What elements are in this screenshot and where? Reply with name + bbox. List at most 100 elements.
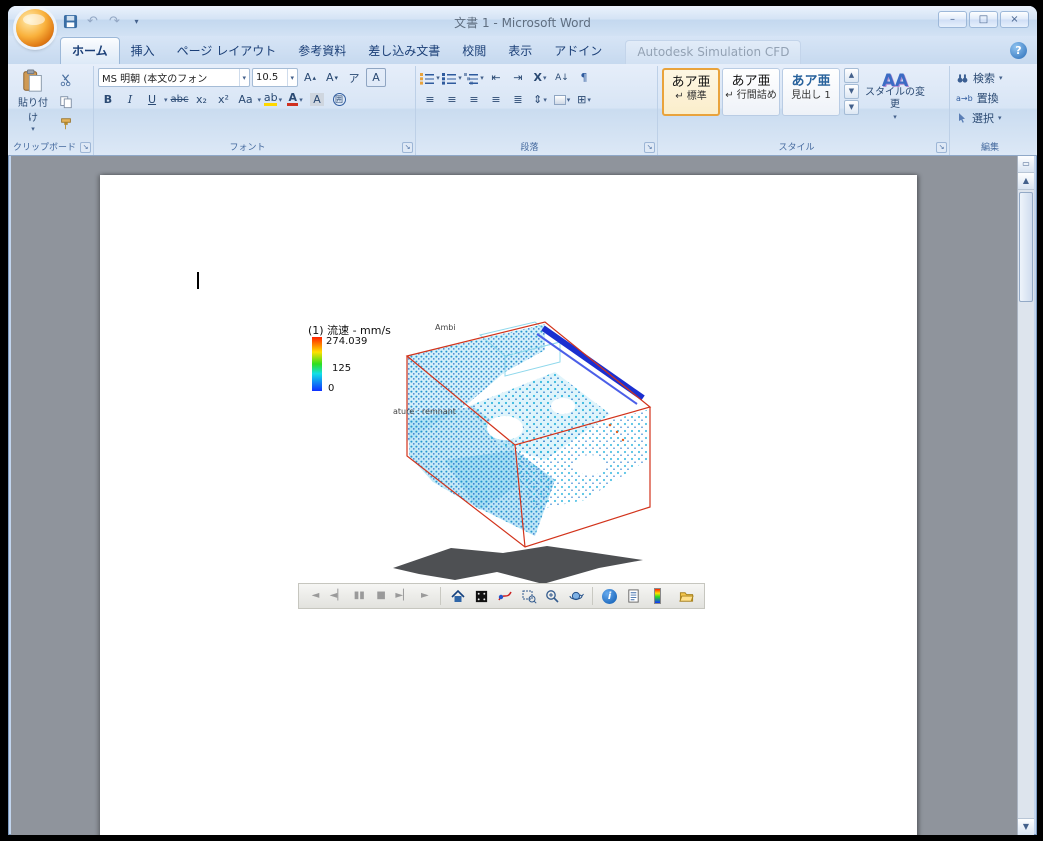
select-button[interactable]: 選択 ▾: [954, 108, 1026, 128]
ruby-button[interactable]: ア: [344, 68, 364, 87]
superscript-button[interactable]: x²: [214, 90, 234, 109]
style-no-spacing[interactable]: あア亜 ↵ 行間詰め: [722, 68, 780, 116]
multilevel-caret-icon: ▾: [480, 73, 484, 82]
distribute-button[interactable]: ≣: [508, 90, 528, 109]
change-case-button[interactable]: Aa: [236, 90, 256, 109]
font-size-combo[interactable]: 10.5 ▾: [252, 68, 298, 87]
play-button[interactable]: ►: [415, 587, 434, 605]
styles-scroll-up-button[interactable]: ▲: [844, 68, 859, 83]
styles-more-button[interactable]: ▼: [844, 100, 859, 115]
help-button[interactable]: ?: [1010, 42, 1027, 59]
font-name-combo[interactable]: MS 明朝 (本文のフォン ▾: [98, 68, 250, 87]
paste-button[interactable]: 貼り付け ▾: [14, 68, 52, 134]
document-area[interactable]: (1) 流速 - mm/s 274.039 125 0 Ambi ature:…: [11, 156, 1034, 835]
office-button[interactable]: [16, 9, 54, 47]
sort-button[interactable]: A↓: [552, 68, 572, 87]
style-heading1[interactable]: あア亜 見出し 1: [782, 68, 840, 116]
report-button[interactable]: [623, 586, 644, 606]
clipboard-dialog-launcher[interactable]: ↘: [80, 142, 91, 153]
change-case-caret-icon[interactable]: ▾: [258, 96, 262, 104]
paragraph-dialog-launcher[interactable]: ↘: [644, 142, 655, 153]
font-color-caret-icon: ▾: [299, 95, 303, 104]
cut-button[interactable]: [56, 70, 76, 89]
extended-format-icon: X: [533, 71, 542, 84]
increase-indent-button[interactable]: ⇥: [508, 68, 528, 87]
change-styles-button[interactable]: AA スタイルの変更 ▾: [863, 68, 927, 130]
tab-autodesk-simulation-cfd[interactable]: Autodesk Simulation CFD: [625, 40, 802, 64]
minimize-button[interactable]: –: [938, 11, 967, 28]
find-button[interactable]: 検索 ▾: [954, 68, 1026, 88]
font-size-caret-icon: ▾: [287, 69, 296, 86]
bullets-button[interactable]: ▾: [420, 68, 440, 87]
tab-review[interactable]: 校閲: [451, 38, 497, 64]
font-dialog-launcher[interactable]: ↘: [402, 142, 413, 153]
underline-caret-icon[interactable]: ▾: [164, 96, 168, 104]
fit-view-button[interactable]: [471, 586, 492, 606]
zoom-in-button[interactable]: [542, 586, 563, 606]
legend-button[interactable]: [647, 586, 668, 606]
skip-to-start-button[interactable]: ◄: [306, 587, 325, 605]
home-view-button[interactable]: [447, 586, 468, 606]
styles-dialog-launcher[interactable]: ↘: [936, 142, 947, 153]
scrollbar-thumb[interactable]: [1019, 192, 1033, 302]
copy-button[interactable]: [56, 92, 76, 111]
borders-button[interactable]: ⊞ ▾: [574, 90, 594, 109]
align-center-button[interactable]: ≡: [442, 90, 462, 109]
scroll-down-button[interactable]: ▼: [1018, 818, 1034, 835]
stop-button[interactable]: ■: [372, 587, 391, 605]
document-page[interactable]: (1) 流速 - mm/s 274.039 125 0 Ambi ature:…: [100, 175, 917, 835]
tab-references[interactable]: 参考資料: [287, 38, 357, 64]
tab-page-layout[interactable]: ページ レイアウト: [166, 38, 288, 64]
character-shading-button[interactable]: A: [307, 90, 327, 109]
underline-button[interactable]: U: [142, 90, 162, 109]
tab-view[interactable]: 表示: [497, 38, 543, 64]
character-border-button[interactable]: A: [366, 68, 386, 87]
open-button[interactable]: [676, 586, 697, 606]
trace-button[interactable]: [495, 586, 516, 606]
line-spacing-button[interactable]: ⇕ ▾: [530, 90, 550, 109]
numbering-button[interactable]: ▾: [442, 68, 462, 87]
subscript-button[interactable]: x₂: [192, 90, 212, 109]
style-no-spacing-label: ↵ 行間詰め: [725, 90, 777, 101]
font-color-button[interactable]: A ▾: [285, 90, 305, 109]
maximize-button[interactable]: □: [969, 11, 998, 28]
decrease-indent-button[interactable]: ⇤: [486, 68, 506, 87]
title-bar[interactable]: ↶ ↷ ▾ 文書 1 - Microsoft Word – □ ×: [8, 6, 1037, 47]
close-button[interactable]: ×: [1000, 11, 1029, 28]
grow-font-button[interactable]: A: [300, 68, 320, 87]
styles-scroll-down-button[interactable]: ▼: [844, 84, 859, 99]
highlight-button[interactable]: ab ▾: [263, 90, 283, 109]
step-back-button[interactable]: ◄▏: [328, 587, 347, 605]
tab-addins[interactable]: アドイン: [543, 38, 613, 64]
pause-button[interactable]: ▮▮: [350, 587, 369, 605]
bold-button[interactable]: B: [98, 90, 118, 109]
tab-insert[interactable]: 挿入: [120, 38, 166, 64]
show-formatting-marks-button[interactable]: ¶: [574, 68, 594, 87]
align-right-button[interactable]: ≡: [464, 90, 484, 109]
shading-button[interactable]: ▾: [552, 90, 572, 109]
tab-home[interactable]: ホーム: [60, 37, 120, 64]
style-normal[interactable]: あア亜 ↵ 標準: [662, 68, 720, 116]
italic-button[interactable]: I: [120, 90, 140, 109]
info-button[interactable]: i: [599, 586, 620, 606]
vertical-scrollbar[interactable]: ▭ ▲ ▼: [1017, 156, 1034, 835]
scroll-up-button[interactable]: ▲: [1018, 173, 1034, 190]
orbit-button[interactable]: [566, 586, 587, 606]
borders-icon: ⊞: [577, 93, 587, 106]
extended-format-button[interactable]: X ▾: [530, 68, 550, 87]
ruler-toggle-button[interactable]: ▭: [1018, 156, 1034, 173]
justify-button[interactable]: ≡: [486, 90, 506, 109]
select-label: 選択: [972, 112, 994, 125]
tab-mailings[interactable]: 差し込み文書: [357, 38, 451, 64]
strikethrough-button[interactable]: abc: [170, 90, 190, 109]
shrink-font-button[interactable]: A: [322, 68, 342, 87]
step-forward-button[interactable]: ►▏: [394, 587, 413, 605]
align-left-button[interactable]: ≡: [420, 90, 440, 109]
multilevel-list-button[interactable]: ▾: [464, 68, 484, 87]
replace-button[interactable]: a→b 置換: [954, 88, 1026, 108]
cfd-model-image[interactable]: [385, 310, 665, 590]
zoom-window-button[interactable]: [518, 586, 539, 606]
styles-group-label: スタイル: [778, 143, 815, 153]
enclose-characters-button[interactable]: 囲: [329, 90, 349, 109]
format-painter-button[interactable]: [56, 114, 76, 133]
